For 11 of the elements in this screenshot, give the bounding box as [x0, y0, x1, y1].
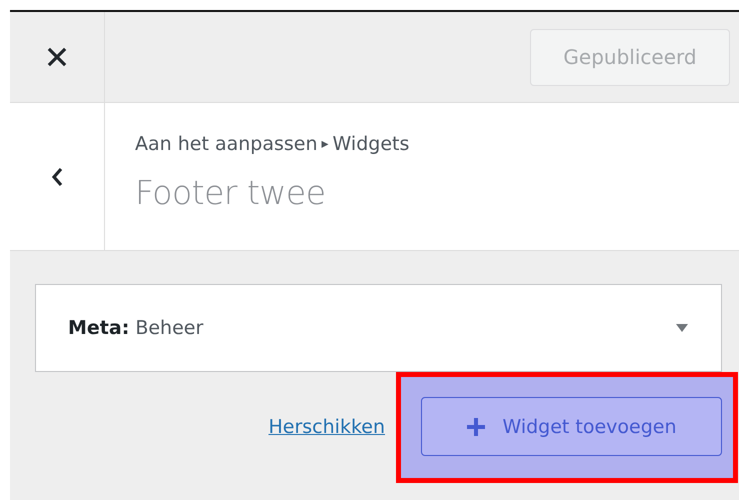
reorder-link[interactable]: Herschikken	[268, 416, 385, 438]
add-widget-button[interactable]: Widget toevoegen	[421, 397, 722, 456]
close-icon[interactable]	[46, 46, 68, 68]
widget-title: Meta: Beheer	[68, 317, 204, 339]
dropdown-arrow-icon[interactable]	[675, 323, 689, 333]
breadcrumb-separator: ▸	[322, 136, 329, 152]
breadcrumb-text: Widgets	[332, 133, 410, 155]
breadcrumb-text: Aan het aanpassen	[135, 133, 318, 155]
plus-icon	[466, 416, 486, 436]
widget-row[interactable]: Meta: Beheer	[35, 284, 722, 372]
section-title: Footer twee	[135, 173, 327, 212]
